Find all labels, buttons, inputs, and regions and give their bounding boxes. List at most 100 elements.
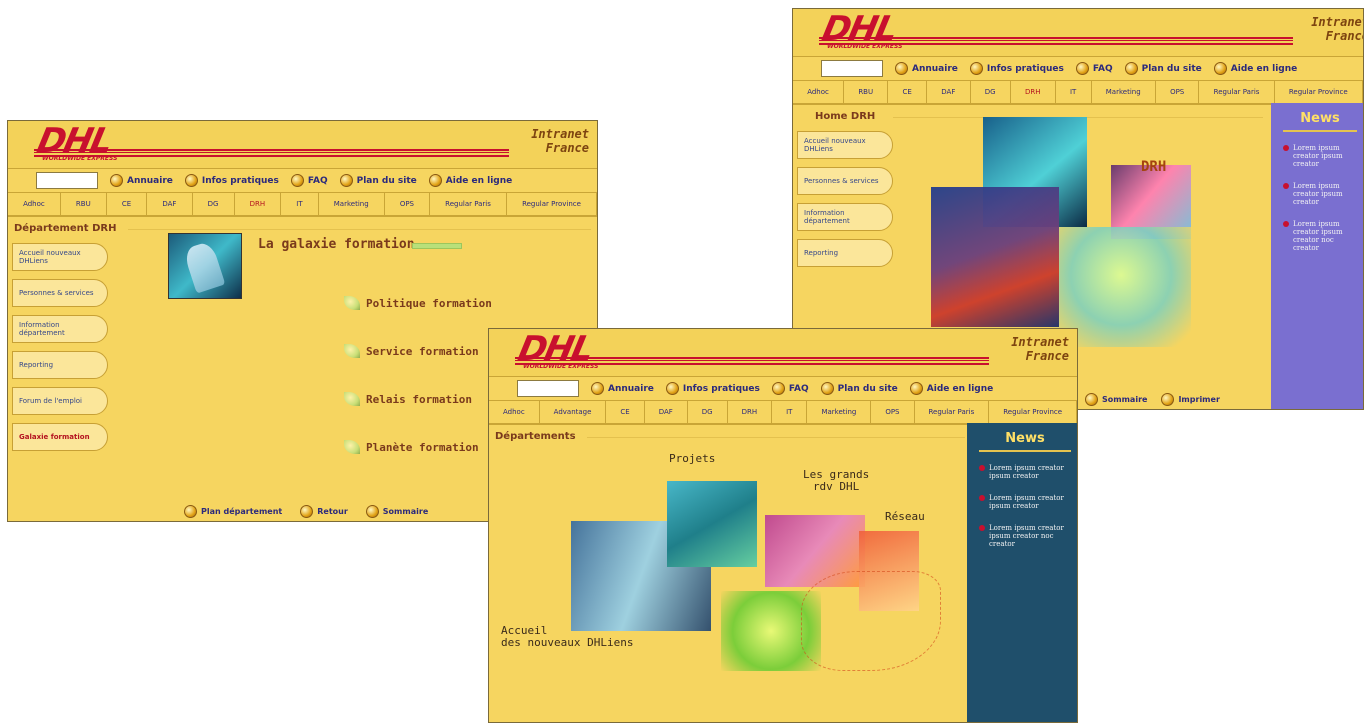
link-planete-formation[interactable]: Planète formation [344,423,492,471]
news-item[interactable]: Lorem ipsum creator ipsum creator noc cr… [979,524,1071,548]
collage-tile-projets[interactable] [667,481,757,567]
toolbar-plan-du-site[interactable]: Plan du site [1124,62,1202,75]
toolbar-aide-en-ligne[interactable]: Aide en ligne [909,382,993,395]
label-accueil[interactable]: Accueil des nouveaux DHLiens [501,625,633,649]
link-service-formation[interactable]: Service formation [344,327,492,375]
sommaire-button[interactable]: Sommaire [365,504,428,518]
news-item[interactable]: Lorem ipsum creator ipsum creator [979,464,1071,480]
tab-regular-province[interactable]: Regular Province [989,401,1077,423]
search-input[interactable] [36,172,98,189]
toolbar-annuaire[interactable]: Annuaire [591,382,654,395]
toolbar-aide-en-ligne[interactable]: Aide en ligne [1213,62,1297,75]
tab-adhoc[interactable]: Adhoc [489,401,540,423]
tab-ce[interactable]: CE [888,81,928,103]
tab-advantage[interactable]: Advantage [540,401,607,423]
tab-daf[interactable]: DAF [927,81,971,103]
tab-daf[interactable]: DAF [147,193,193,215]
header: DHL WORLDWIDE EXPRESS Intranet France [489,329,1077,377]
toolbar-annuaire[interactable]: Annuaire [110,174,173,187]
toolbar-plan-du-site[interactable]: Plan du site [820,382,898,395]
intranet-line1: Intranet [1011,335,1069,349]
tab-marketing[interactable]: Marketing [1092,81,1156,103]
tab-drh[interactable]: DRH [235,193,282,215]
toolbar-infos-pratiques[interactable]: Infos pratiques [184,174,279,187]
menu-personnes-services[interactable]: Personnes & services [12,279,108,307]
faq-icon [290,174,304,187]
tab-rbu[interactable]: RBU [61,193,107,215]
toolbar-infos-pratiques[interactable]: Infos pratiques [665,382,760,395]
tab-adhoc[interactable]: Adhoc [8,193,61,215]
sommaire-button[interactable]: Sommaire [1085,392,1147,406]
tab-regular-province[interactable]: Regular Province [507,193,597,215]
toolbar-faq[interactable]: FAQ [771,382,809,395]
toolbar-plan-du-site[interactable]: Plan du site [339,174,417,187]
menu-information-departement[interactable]: Information département [797,203,893,231]
menu-personnes-services[interactable]: Personnes & services [797,167,893,195]
tab-it[interactable]: IT [1056,81,1092,103]
link-relais-formation[interactable]: Relais formation [344,375,492,423]
info-icon [969,62,983,75]
page-title: Département DRH [14,223,117,234]
news-text: Lorem ipsum creator ipsum creator [1293,182,1343,206]
tab-it[interactable]: IT [772,401,808,423]
tab-ops[interactable]: OPS [1156,81,1200,103]
tab-ops[interactable]: OPS [385,193,431,215]
print-icon [1161,392,1175,406]
tab-dg[interactable]: DG [193,193,235,215]
gallery-title: La galaxie formation [258,237,415,252]
menu-information-departement[interactable]: Information département [12,315,108,343]
toolbar-label: FAQ [788,383,809,394]
tab-ce[interactable]: CE [606,401,645,423]
tab-rbu[interactable]: RBU [844,81,889,103]
news-item[interactable]: Lorem ipsum creator ipsum creator [1283,144,1357,168]
search-input[interactable] [517,380,579,397]
toolbar-faq[interactable]: FAQ [1075,62,1113,75]
toolbar-annuaire[interactable]: Annuaire [895,62,958,75]
label-reseau[interactable]: Réseau [885,511,925,523]
menu-reporting[interactable]: Reporting [12,351,108,379]
menu-accueil-nouveaux[interactable]: Accueil nouveaux DHLiens [12,243,108,271]
news-item[interactable]: Lorem ipsum creator ipsum creator [979,494,1071,510]
tab-regular-paris[interactable]: Regular Paris [1199,81,1275,103]
news-item[interactable]: Lorem ipsum creator ipsum creator noc cr… [1283,220,1357,252]
tab-marketing[interactable]: Marketing [807,401,872,423]
tab-regular-paris[interactable]: Regular Paris [915,401,990,423]
tab-daf[interactable]: DAF [645,401,688,423]
menu-accueil-nouveaux[interactable]: Accueil nouveaux DHLiens [797,131,893,159]
news-item[interactable]: Lorem ipsum creator ipsum creator [1283,182,1357,206]
main-content: Départements Projets Les grands rdv DHL … [489,423,1077,722]
link-label: Relais formation [366,392,472,406]
info-icon [184,174,198,187]
label-grands-rdv[interactable]: Les grands rdv DHL [803,469,869,493]
label-projets[interactable]: Projets [669,453,715,465]
retour-button[interactable]: Retour [300,504,348,518]
tab-it[interactable]: IT [281,193,319,215]
menu-reporting[interactable]: Reporting [797,239,893,267]
tab-ce[interactable]: CE [107,193,148,215]
label-line: des nouveaux DHLiens [501,636,634,649]
toolbar-aide-en-ligne[interactable]: Aide en ligne [428,174,512,187]
bottom-label: Plan département [201,506,283,516]
search-input[interactable] [821,60,883,77]
tab-regular-paris[interactable]: Regular Paris [430,193,507,215]
tab-regular-province[interactable]: Regular Province [1275,81,1363,103]
link-politique-formation[interactable]: Politique formation [344,279,492,327]
news-text: Lorem ipsum creator ipsum creator noc cr… [989,524,1064,548]
toolbar-faq[interactable]: FAQ [290,174,328,187]
news-list: Lorem ipsum creator ipsum creator Lorem … [1271,132,1363,252]
imprimer-button[interactable]: Imprimer [1161,392,1220,406]
tab-marketing[interactable]: Marketing [319,193,385,215]
toolbar-infos-pratiques[interactable]: Infos pratiques [969,62,1064,75]
tab-drh[interactable]: DRH [1011,81,1056,103]
menu-galaxie-formation[interactable]: Galaxie formation [12,423,108,451]
menu-forum-emploi[interactable]: Forum de l'emploi [12,387,108,415]
tab-drh[interactable]: DRH [728,401,773,423]
plan-departement-button[interactable]: Plan département [184,504,283,518]
tab-dg[interactable]: DG [688,401,728,423]
tab-ops[interactable]: OPS [871,401,915,423]
link-label: Service formation [366,344,479,358]
faq-icon [1075,62,1089,75]
tab-adhoc[interactable]: Adhoc [793,81,845,103]
faq-icon [771,382,785,395]
tab-dg[interactable]: DG [971,81,1011,103]
